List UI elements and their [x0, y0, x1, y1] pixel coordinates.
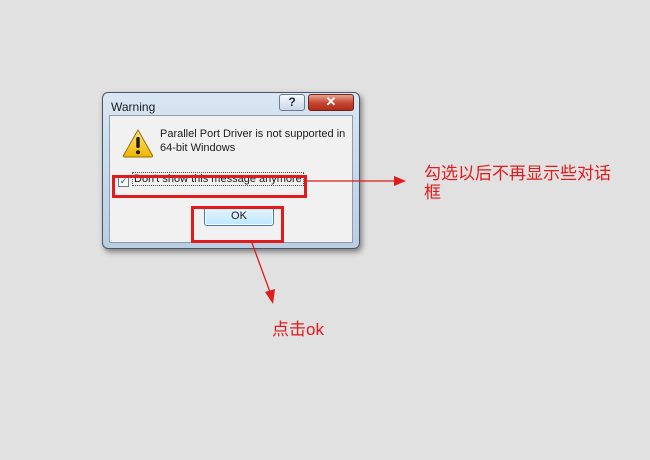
checkbox-annotation-text: 勾选以后不再显示些对话 框 — [424, 164, 611, 202]
annotation-arrows — [251, 176, 406, 304]
ok-annotation-text: 点击ok — [272, 320, 324, 339]
checkbox-note-line-1: 勾选以后不再显示些对话 — [424, 164, 611, 183]
checkbox-note-line-2: 框 — [424, 183, 441, 202]
checkbox-arrowhead — [394, 176, 406, 186]
ok-arrow — [251, 242, 271, 293]
ok-arrowhead — [265, 289, 275, 304]
